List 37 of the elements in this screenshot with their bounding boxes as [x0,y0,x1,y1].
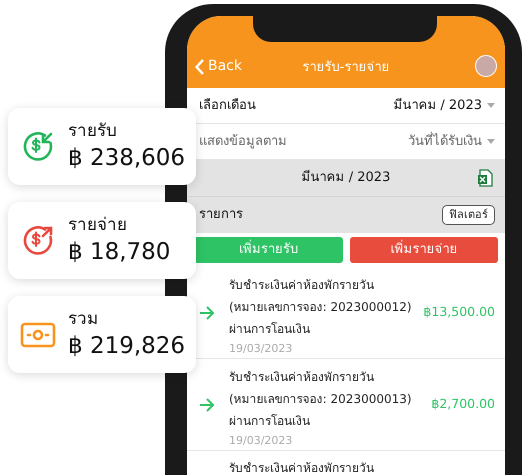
transaction-date: 19/03/2023 [229,433,294,449]
filter-label: แสดงข้อมูลตาม [199,132,287,151]
summary-amount: ฿ 238,606 [68,144,186,172]
dollar-arrow-in-icon [21,130,55,164]
summary-amount: ฿ 219,826 [68,332,186,360]
transaction-date: 19/03/2023 [229,341,294,357]
filter-label: เลือกเดือน [199,96,256,115]
right-arrow-icon [199,306,215,320]
list-title: รายการ [199,206,243,224]
transaction-method: ผ่านการโอนเงิน [229,413,311,430]
transaction-title: รับชำระเงินค่าห้องพักรายวัน [229,277,375,294]
caret-icon [487,139,495,144]
filter-value: วันที่ได้รับเงิน [408,132,482,151]
banknote-icon [20,322,56,348]
screen-title: รายรับ-รายจ่าย [302,58,390,76]
transaction-reference: (หมายเลขการจอง: 2023000012) [229,299,412,316]
back-button[interactable]: Back [195,56,242,77]
right-arrow-icon [199,398,215,412]
spreadsheet-icon[interactable] [477,169,493,187]
transaction-amount: ฿13,500.00 [422,303,495,322]
summary-label: รายจ่าย [68,214,128,236]
summary-amount: ฿ 18,780 [68,238,170,266]
filter-button[interactable]: ฟิลเตอร์ [442,205,495,225]
transaction-title: รับชำระเงินค่าห้องพักรายวัน [229,369,375,386]
transaction-amount: ฿2,700.00 [430,395,495,414]
period-label: มีนาคม / 2023 [302,168,390,188]
caret-icon [487,103,495,108]
chevron-left-icon [195,58,204,74]
add-expense-button[interactable]: เพิ่มรายจ่าย [350,237,498,263]
summary-label: รายรับ [68,120,118,142]
transaction-reference: (หมายเลขการจอง: 2023000013) [229,391,412,408]
filter-value: มีนาคม / 2023 [393,96,482,115]
summary-label: รวม [68,308,99,330]
dollar-arrow-out-icon [21,224,55,258]
transaction-title: รับชำระเงินค่าห้องพักรายวัน [229,460,374,475]
add-income-button[interactable]: เพิ่มรายรับ [194,237,342,263]
transaction-method: ผ่านการโอนเงิน [229,321,311,338]
